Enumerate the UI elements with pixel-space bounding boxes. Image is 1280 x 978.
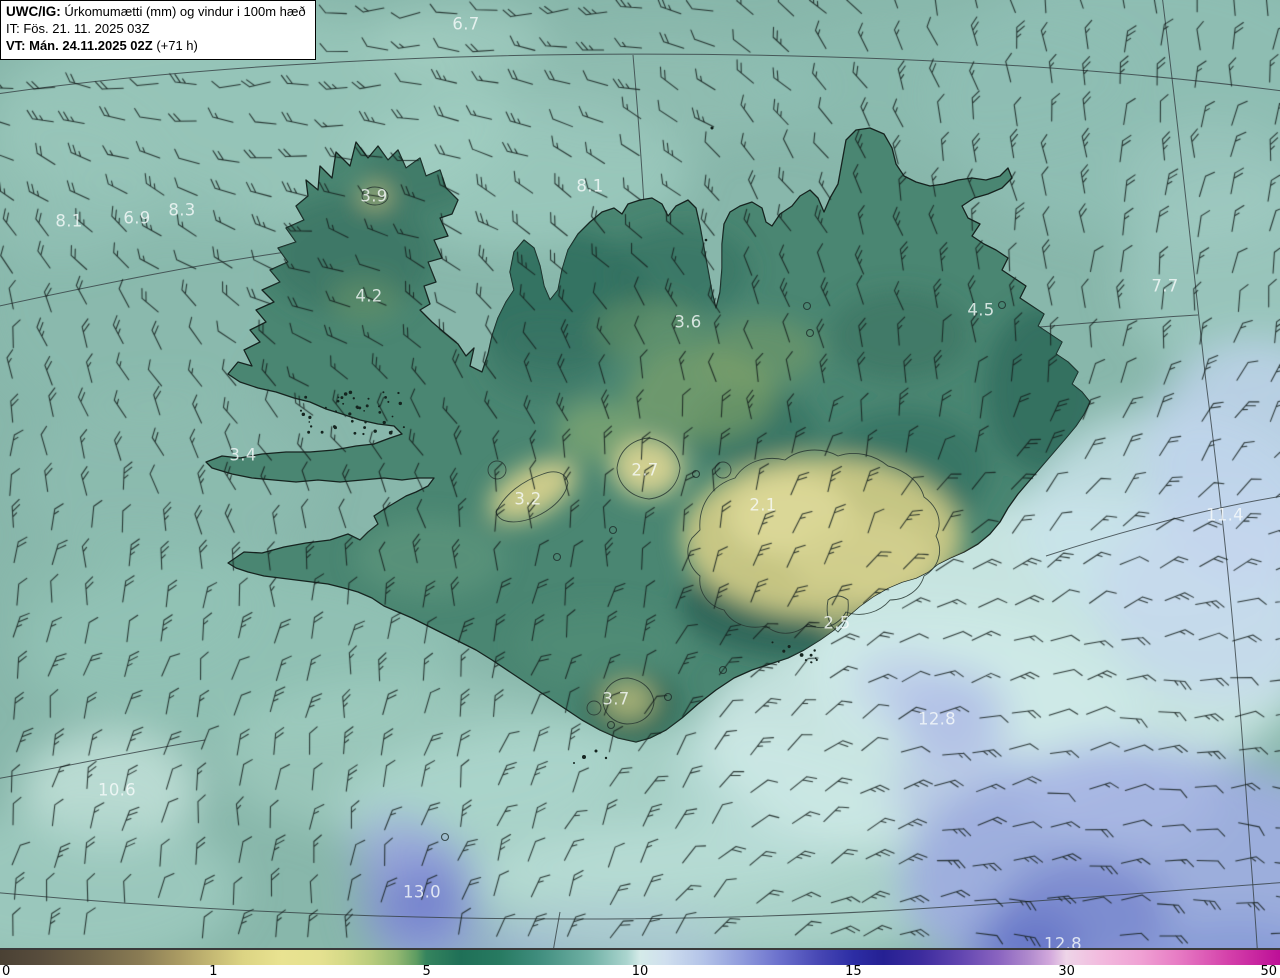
weather-map: 6.7 8.1 8.1 6.9 8.3 3.9 4.2 3.6 4.5 7.7 11.4 3.4 2.7…: [0, 0, 1280, 978]
product-id: UWC/IG:: [6, 4, 61, 19]
colorbar-tick-label: 15: [845, 964, 862, 978]
product-desc: Úrkomumætti (mm) og vindur i 100m hæð: [60, 4, 306, 19]
colorbar: 0 1 5 10 15 30 50: [0, 948, 1280, 978]
valid-offset: (+71 h): [152, 37, 198, 53]
colorbar-tick-row: 0 1 5 10 15 30 50: [0, 964, 1280, 978]
colorbar-tick-label: 30: [1058, 964, 1075, 978]
title-line-valid: VT: Mán. 24.11.2025 02Z (+71 h): [6, 38, 306, 55]
title-line-init: IT: Fös. 21. 11. 2025 03Z: [6, 20, 150, 36]
colorbar-tick-label: 50: [1260, 964, 1277, 978]
valid-time: VT: Mán. 24.11.2025 02Z: [6, 37, 153, 53]
title-box: UWC/IG: Úrkomumætti (mm) og vindur i 100…: [0, 0, 316, 60]
colorbar-tick-label: 0: [2, 964, 11, 978]
colorbar-gradient: [0, 948, 1280, 965]
colorbar-tick-label: 10: [631, 964, 649, 978]
colorbar-tick-label: 5: [422, 964, 431, 978]
wind-barbs-layer: [0, 0, 1280, 978]
title-line-product: UWC/IG: Úrkomumætti (mm) og vindur i 100…: [6, 3, 306, 21]
colorbar-tick-label: 1: [209, 964, 218, 978]
